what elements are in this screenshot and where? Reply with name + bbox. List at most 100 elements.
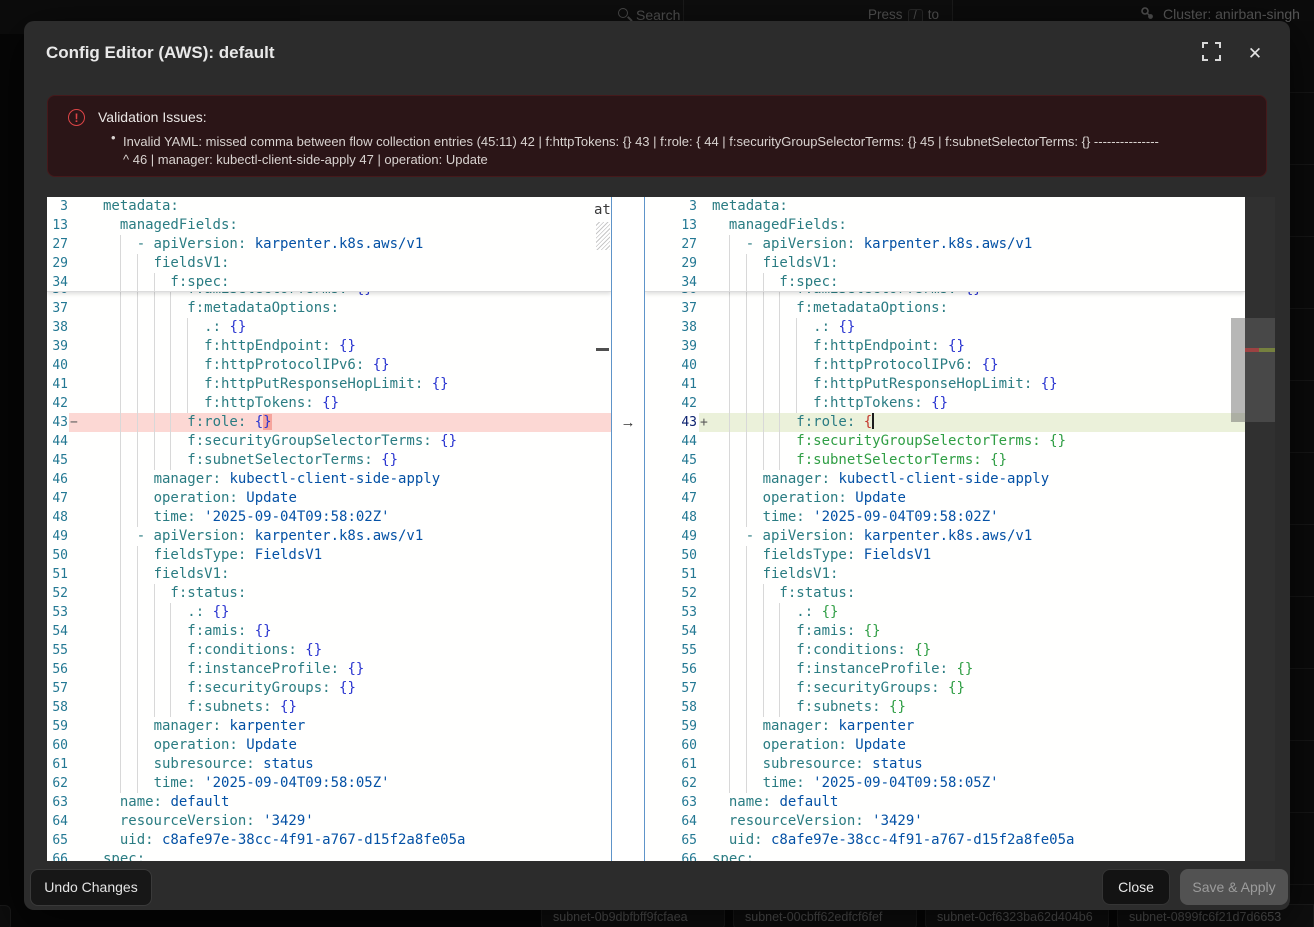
line-number: 54 bbox=[47, 622, 68, 641]
code-line: 38.: {} bbox=[645, 318, 1245, 337]
line-number: 38 bbox=[645, 318, 697, 337]
code-line: 42f:httpTokens: {} bbox=[47, 394, 611, 413]
diff-diagonal-fill bbox=[596, 222, 610, 250]
code-line: 60operation: Update bbox=[47, 736, 611, 755]
banner-title: Validation Issues: bbox=[98, 109, 207, 125]
code-line: 3metadata: bbox=[47, 197, 611, 216]
line-number: 52 bbox=[47, 584, 68, 603]
line-number: 57 bbox=[47, 679, 68, 698]
line-number: 34 bbox=[47, 273, 68, 292]
line-number: 42 bbox=[47, 394, 68, 413]
code-line: 37f:metadataOptions: bbox=[47, 299, 611, 318]
line-number: 59 bbox=[645, 717, 697, 736]
line-number: 58 bbox=[47, 698, 68, 717]
diff-editor: 36f:amiSelectorTerms: {}37f:metadataOpti… bbox=[47, 197, 1275, 861]
code-line: 61subresource: status bbox=[645, 755, 1245, 774]
code-line: 56f:instanceProfile: {} bbox=[645, 660, 1245, 679]
diff-change-arrow-icon[interactable]: → bbox=[612, 413, 644, 432]
code-line: 13managedFields: bbox=[645, 216, 1245, 235]
code-line: 63name: default bbox=[47, 793, 611, 812]
line-number: 60 bbox=[645, 736, 697, 755]
code-line: 47operation: Update bbox=[645, 489, 1245, 508]
code-line: 47operation: Update bbox=[47, 489, 611, 508]
line-number: 61 bbox=[47, 755, 68, 774]
line-number: 47 bbox=[645, 489, 697, 508]
line-number: 41 bbox=[645, 375, 697, 394]
code-line: 42f:httpTokens: {} bbox=[645, 394, 1245, 413]
line-number: 44 bbox=[645, 432, 697, 451]
code-line: 49- apiVersion: karpenter.k8s.aws/v1 bbox=[645, 527, 1245, 546]
line-number: 39 bbox=[47, 337, 68, 356]
fullscreen-icon[interactable] bbox=[1202, 42, 1226, 66]
code-line: 52f:status: bbox=[645, 584, 1245, 603]
code-line: 59manager: karpenter bbox=[645, 717, 1245, 736]
sticky-scroll-header: 3metadata:13managedFields:27- apiVersion… bbox=[47, 197, 611, 292]
code-line: 60operation: Update bbox=[645, 736, 1245, 755]
sticky-scroll-header: 3metadata:13managedFields:27- apiVersion… bbox=[645, 197, 1245, 292]
line-number: 40 bbox=[47, 356, 68, 375]
code-line: 66spec: bbox=[47, 850, 611, 861]
line-number: 50 bbox=[47, 546, 68, 565]
code-line: 38.: {} bbox=[47, 318, 611, 337]
code-line: 58f:subnets: {} bbox=[645, 698, 1245, 717]
validation-issues-banner: ! Validation Issues: • Invalid YAML: mis… bbox=[47, 95, 1267, 177]
line-number: 38 bbox=[47, 318, 68, 337]
line-number: 42 bbox=[645, 394, 697, 413]
line-number: 66 bbox=[47, 850, 68, 861]
code-line: 55f:conditions: {} bbox=[645, 641, 1245, 660]
banner-bullet: • bbox=[111, 130, 116, 145]
validation-message-line1: Invalid YAML: missed comma between flow … bbox=[123, 131, 1253, 152]
overview-ruler-slider[interactable] bbox=[1245, 318, 1275, 422]
removed-change-marker bbox=[1245, 348, 1259, 352]
diff-modified-pane[interactable]: 36f:amiSelectorTerms: {}37f:metadataOpti… bbox=[645, 197, 1245, 861]
line-number: 61 bbox=[645, 755, 697, 774]
code-line: 57f:securityGroups: {} bbox=[645, 679, 1245, 698]
code-line: 51fieldsV1: bbox=[645, 565, 1245, 584]
line-number: 37 bbox=[645, 299, 697, 318]
code-line: 52f:status: bbox=[47, 584, 611, 603]
line-number: 55 bbox=[47, 641, 68, 660]
code-line: 62time: '2025-09-04T09:58:05Z' bbox=[47, 774, 611, 793]
line-number: 63 bbox=[47, 793, 68, 812]
vertical-scrollbar[interactable] bbox=[1231, 318, 1245, 422]
code-line: 27- apiVersion: karpenter.k8s.aws/v1 bbox=[645, 235, 1245, 254]
line-number: 54 bbox=[645, 622, 697, 641]
sticky-overflow-text: at bbox=[594, 202, 611, 218]
undo-changes-button[interactable]: Undo Changes bbox=[30, 869, 152, 906]
code-line: 39f:httpEndpoint: {} bbox=[47, 337, 611, 356]
close-icon[interactable]: ✕ bbox=[1243, 42, 1267, 66]
save-apply-button[interactable]: Save & Apply bbox=[1180, 869, 1288, 905]
code-line: 41f:httpPutResponseHopLimit: {} bbox=[47, 375, 611, 394]
diff-gutter: → bbox=[611, 197, 645, 861]
line-number: 43 bbox=[47, 413, 68, 432]
code-line: 29fieldsV1: bbox=[47, 254, 611, 273]
app-root: Search Press/to search Cluster: anirban-… bbox=[0, 0, 1314, 927]
code-line: 29fieldsV1: bbox=[645, 254, 1245, 273]
code-line: 50fieldsType: FieldsV1 bbox=[47, 546, 611, 565]
line-number: 60 bbox=[47, 736, 68, 755]
code-line: 55f:conditions: {} bbox=[47, 641, 611, 660]
line-number: 27 bbox=[645, 235, 697, 254]
code-line: 40f:httpProtocolIPv6: {} bbox=[47, 356, 611, 375]
code-line: 13managedFields: bbox=[47, 216, 611, 235]
code-line: 43+f:role: { bbox=[645, 413, 1245, 432]
line-number: 3 bbox=[47, 197, 68, 216]
added-change-marker bbox=[1259, 348, 1275, 352]
line-number: 47 bbox=[47, 489, 68, 508]
code-line: 45f:subnetSelectorTerms: {} bbox=[47, 451, 611, 470]
code-line: 44f:securityGroupSelectorTerms: {} bbox=[645, 432, 1245, 451]
line-number: 62 bbox=[47, 774, 68, 793]
close-button[interactable]: Close bbox=[1102, 869, 1170, 905]
code-line: 58f:subnets: {} bbox=[47, 698, 611, 717]
diff-original-pane[interactable]: 36f:amiSelectorTerms: {}37f:metadataOpti… bbox=[47, 197, 611, 861]
line-number: 64 bbox=[645, 812, 697, 831]
overview-ruler-marker bbox=[596, 348, 609, 351]
line-number: 65 bbox=[645, 831, 697, 850]
code-line: 65uid: c8afe97e-38cc-4f91-a767-d15f2a8fe… bbox=[645, 831, 1245, 850]
line-number: 51 bbox=[47, 565, 68, 584]
code-line: 40f:httpProtocolIPv6: {} bbox=[645, 356, 1245, 375]
line-number: 56 bbox=[645, 660, 697, 679]
line-number: 49 bbox=[645, 527, 697, 546]
line-number: 13 bbox=[47, 216, 68, 235]
code-line: 48time: '2025-09-04T09:58:02Z' bbox=[645, 508, 1245, 527]
